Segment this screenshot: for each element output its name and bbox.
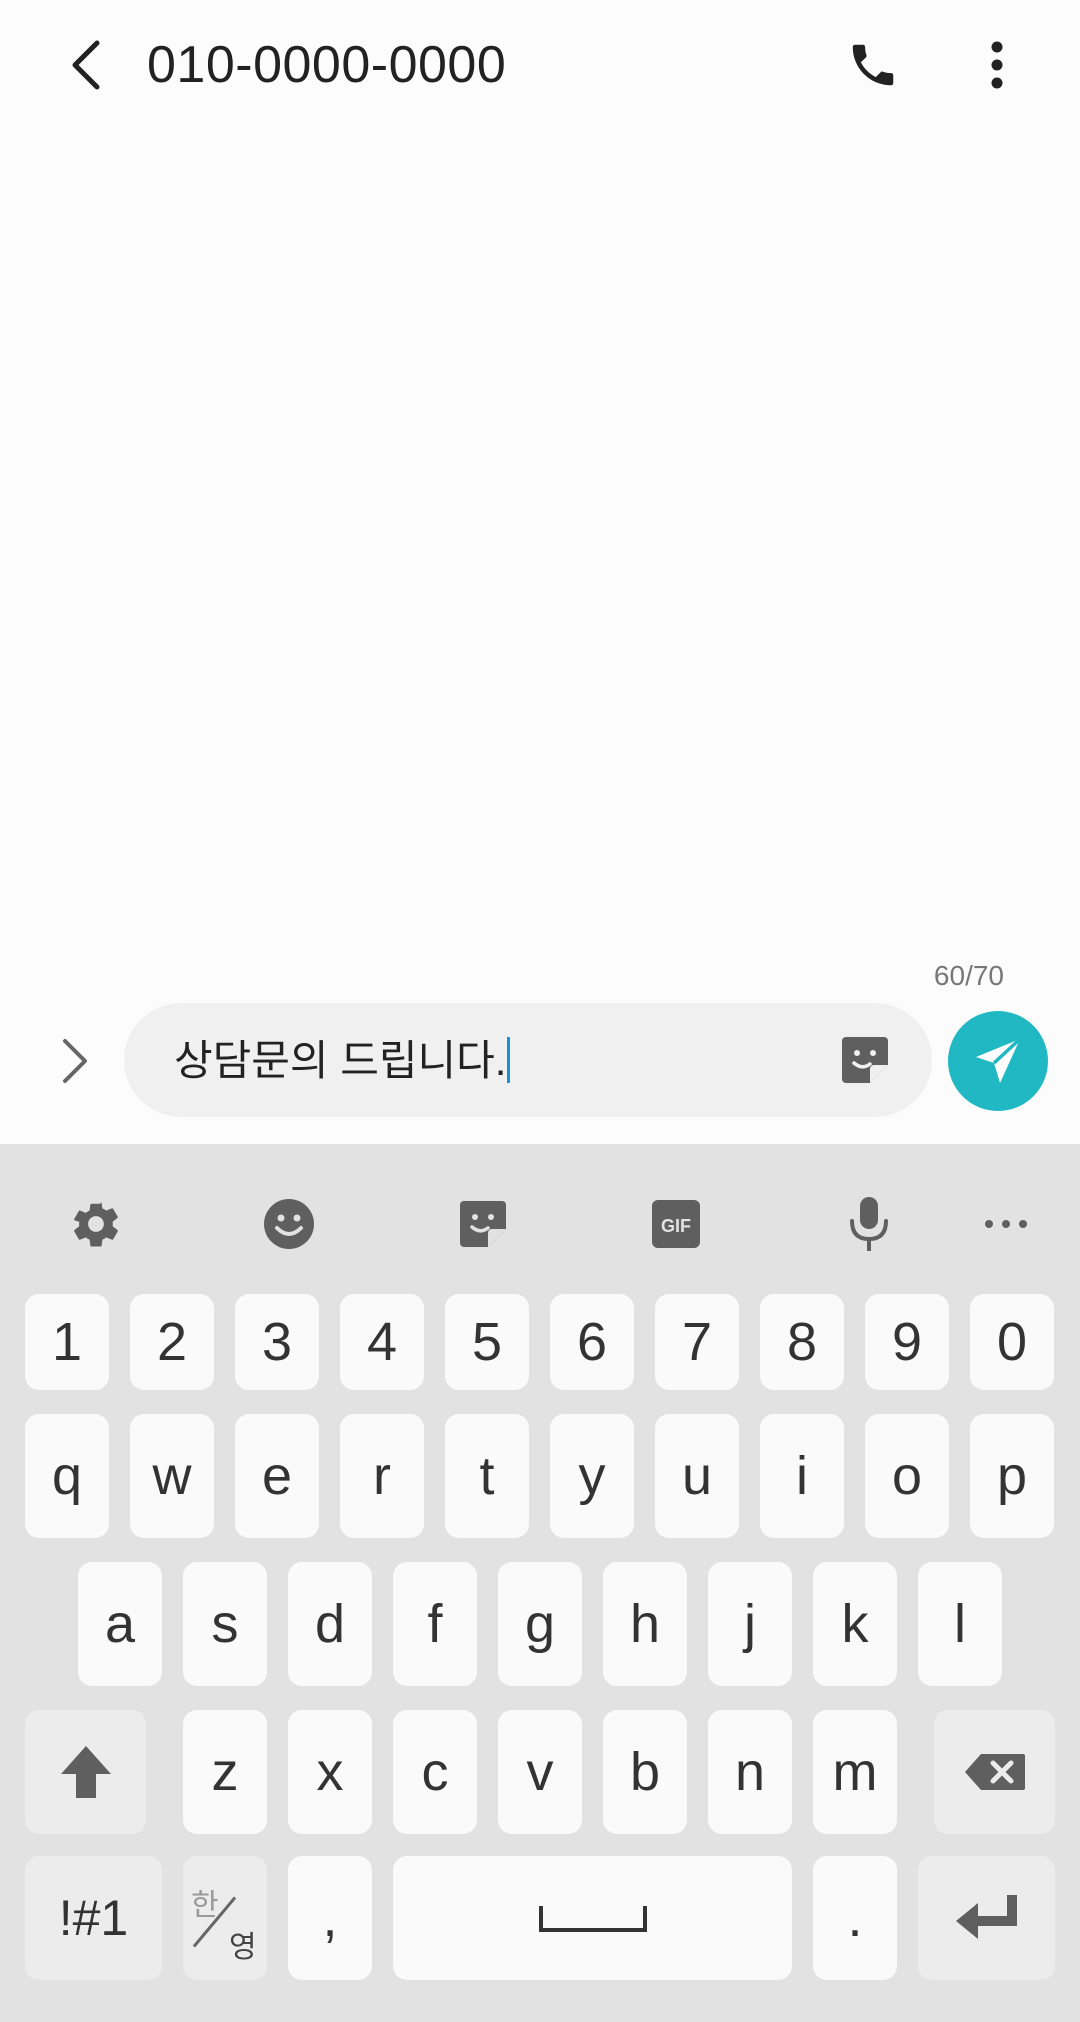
- more-vertical-icon: [991, 41, 1003, 89]
- key-4[interactable]: 4: [340, 1294, 424, 1390]
- key-e[interactable]: e: [235, 1414, 319, 1538]
- keyboard-more-button[interactable]: [966, 1184, 1046, 1264]
- key-8[interactable]: 8: [760, 1294, 844, 1390]
- keyboard-settings-button[interactable]: [56, 1184, 136, 1264]
- key-f[interactable]: f: [393, 1562, 477, 1686]
- key-1[interactable]: 1: [25, 1294, 109, 1390]
- space-bar-icon: [538, 1906, 647, 1932]
- key-a[interactable]: a: [78, 1562, 162, 1686]
- message-text: 상담문의 드립니다.: [174, 1037, 507, 1084]
- app-header: 010-0000-0000: [0, 0, 1080, 130]
- language-switch-glyph: 한 영: [183, 1868, 267, 1968]
- voice-input-button[interactable]: [829, 1184, 909, 1264]
- symbols-key-label: !#1: [58, 1890, 129, 1946]
- lang-yeong-label: 영: [229, 1931, 257, 1964]
- key-p[interactable]: p: [970, 1414, 1054, 1538]
- key-s[interactable]: s: [183, 1562, 267, 1686]
- keyboard-sticker-button[interactable]: [443, 1184, 523, 1264]
- message-input[interactable]: 상담문의 드립니다.: [124, 1003, 932, 1117]
- key-period[interactable]: .: [813, 1856, 897, 1980]
- key-5[interactable]: 5: [445, 1294, 529, 1390]
- key-l[interactable]: l: [918, 1562, 1002, 1686]
- send-icon: [976, 1037, 1022, 1083]
- sticker-icon: [842, 1037, 888, 1083]
- key-n[interactable]: n: [708, 1710, 792, 1834]
- phone-icon: [852, 44, 894, 86]
- svg-text:GIF: GIF: [661, 1216, 691, 1236]
- key-t[interactable]: t: [445, 1414, 529, 1538]
- chevron-right-icon: [63, 1039, 87, 1083]
- key-k[interactable]: k: [813, 1562, 897, 1686]
- key-6[interactable]: 6: [550, 1294, 634, 1390]
- sticker-icon: [460, 1201, 506, 1247]
- key-7[interactable]: 7: [655, 1294, 739, 1390]
- key-j[interactable]: j: [708, 1562, 792, 1686]
- key-z[interactable]: z: [183, 1710, 267, 1834]
- backspace-key[interactable]: [934, 1710, 1055, 1834]
- key-comma[interactable]: ,: [288, 1856, 372, 1980]
- key-m[interactable]: m: [813, 1710, 897, 1834]
- key-d[interactable]: d: [288, 1562, 372, 1686]
- back-button[interactable]: [50, 30, 120, 100]
- key-q[interactable]: q: [25, 1414, 109, 1538]
- message-input-text[interactable]: 상담문의 드립니다.: [174, 1033, 511, 1089]
- backspace-icon: [964, 1754, 1025, 1790]
- key-g[interactable]: g: [498, 1562, 582, 1686]
- call-button[interactable]: [838, 30, 908, 100]
- symbols-key[interactable]: !#1: [25, 1856, 162, 1980]
- send-button[interactable]: [948, 1011, 1048, 1111]
- gif-button[interactable]: GIF: [636, 1184, 716, 1264]
- key-x[interactable]: x: [288, 1710, 372, 1834]
- more-horizontal-icon: [985, 1220, 1027, 1228]
- sticker-button[interactable]: [836, 1031, 894, 1089]
- more-options-button[interactable]: [962, 30, 1032, 100]
- settings-icon: [74, 1202, 118, 1247]
- key-v[interactable]: v: [498, 1710, 582, 1834]
- key-2[interactable]: 2: [130, 1294, 214, 1390]
- key-u[interactable]: u: [655, 1414, 739, 1538]
- character-counter: 60/70: [933, 960, 1004, 991]
- gif-icon: GIF: [652, 1200, 700, 1248]
- space-key[interactable]: [393, 1856, 792, 1980]
- key-c[interactable]: c: [393, 1710, 477, 1834]
- key-9[interactable]: 9: [865, 1294, 949, 1390]
- key-b[interactable]: b: [603, 1710, 687, 1834]
- enter-arrow-icon: [955, 1895, 1017, 1939]
- key-y[interactable]: y: [550, 1414, 634, 1538]
- emoji-button[interactable]: [249, 1184, 329, 1264]
- key-r[interactable]: r: [340, 1414, 424, 1538]
- text-caret: [507, 1037, 511, 1083]
- microphone-icon: [850, 1197, 888, 1251]
- keyboard: GIF 1 2 3 4 5 6 7 8 9 0 q w e r t y u i …: [0, 1144, 1080, 2022]
- language-switch-key[interactable]: 한 영: [183, 1856, 267, 1980]
- emoji-icon: [264, 1199, 314, 1249]
- key-i[interactable]: i: [760, 1414, 844, 1538]
- key-3[interactable]: 3: [235, 1294, 319, 1390]
- lang-han-label: 한: [191, 1889, 219, 1922]
- expand-attachments-button[interactable]: [44, 1026, 104, 1096]
- key-w[interactable]: w: [130, 1414, 214, 1538]
- conversation-title: 010-0000-0000: [147, 36, 507, 94]
- key-o[interactable]: o: [865, 1414, 949, 1538]
- enter-key[interactable]: [918, 1856, 1055, 1980]
- shift-arrow-icon: [60, 1746, 111, 1798]
- back-arrow-icon: [72, 40, 100, 90]
- key-h[interactable]: h: [603, 1562, 687, 1686]
- shift-key[interactable]: [25, 1710, 146, 1834]
- key-0[interactable]: 0: [970, 1294, 1054, 1390]
